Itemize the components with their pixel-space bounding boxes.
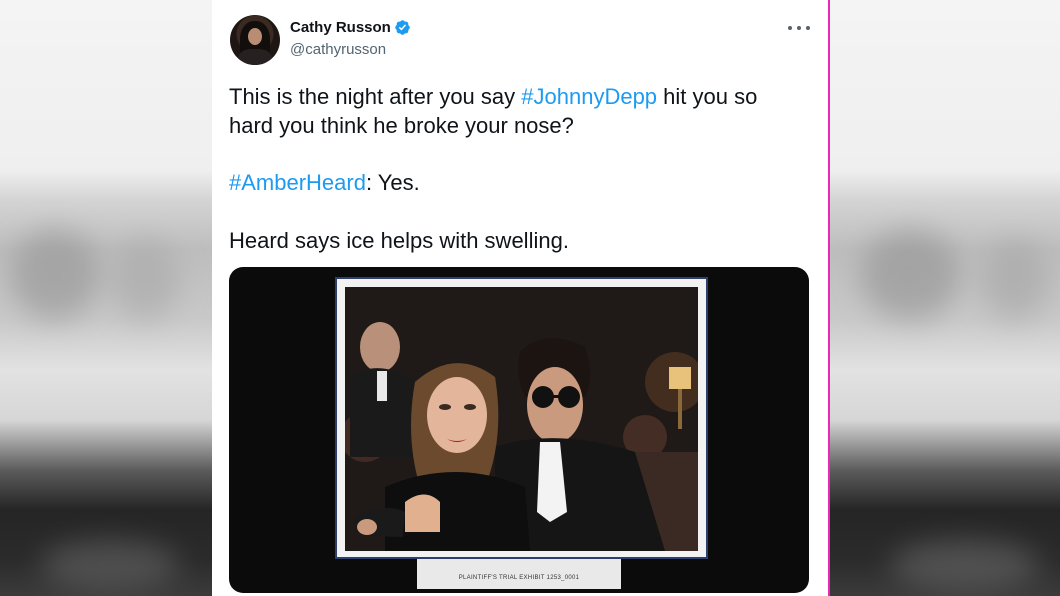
tweet-text-segment: hit you so: [657, 84, 758, 109]
tweet-media-photo[interactable]: PLAINTIFF'S TRIAL EXHIBIT 1253_0001: [229, 267, 809, 593]
verified-badge-icon: [395, 20, 410, 35]
blurred-backdrop-right: [830, 0, 1060, 596]
author-name-row: Cathy Russon: [290, 19, 411, 36]
author-display-name[interactable]: Cathy Russon: [290, 19, 391, 36]
more-options-icon[interactable]: [788, 22, 810, 34]
tweet-text-line-4: Heard says ice helps with swelling.: [229, 228, 569, 253]
exhibit-label-box: PLAINTIFF'S TRIAL EXHIBIT 1253_0001: [417, 559, 621, 589]
screenshot-stage: Cathy Russon @cathyrusson This is the ni…: [0, 0, 1060, 596]
hashtag-johnnydepp-link[interactable]: #JohnnyDepp: [521, 84, 657, 109]
tweet-card: Cathy Russon @cathyrusson This is the ni…: [212, 0, 828, 596]
hashtag-amberheard-link[interactable]: #AmberHeard: [229, 170, 366, 195]
blurred-backdrop-left: [0, 0, 212, 596]
tweet-text-segment: : Yes.: [365, 170, 420, 195]
exhibit-label: PLAINTIFF'S TRIAL EXHIBIT 1253_0001: [458, 575, 580, 581]
tweet-text-line-2: hard you think he broke your nose?: [229, 113, 574, 138]
author-avatar[interactable]: [230, 15, 280, 65]
photo-illustration: [345, 287, 698, 551]
tweet-text-segment: This is the night after you say: [229, 84, 522, 109]
tweet-text-line-1: This is the night after you say #JohnnyD…: [229, 82, 819, 111]
couple-photo: [345, 287, 698, 551]
exhibit-photo-frame: [335, 277, 708, 559]
edge-divider-line: [828, 0, 830, 596]
author-handle[interactable]: @cathyrusson: [290, 41, 386, 58]
tweet-text-line-3: #AmberHeard: Yes.: [229, 168, 819, 197]
